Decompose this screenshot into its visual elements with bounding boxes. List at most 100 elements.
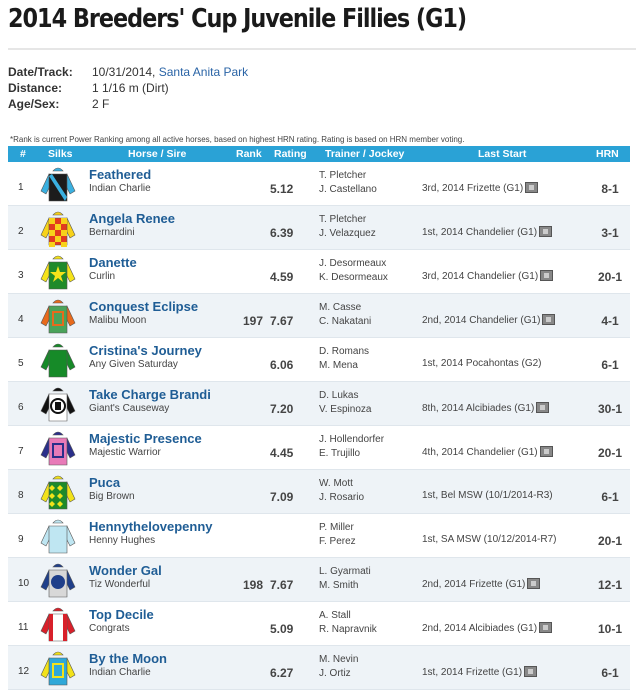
horse-cell: Danette Curlin xyxy=(89,255,239,282)
video-replay-icon[interactable] xyxy=(540,270,554,281)
horse-name-link[interactable]: Feathered xyxy=(89,167,239,182)
trainer-name[interactable]: T. Pletcher xyxy=(319,213,409,227)
last-start-text[interactable]: 4th, 2014 Chandelier (G1) xyxy=(422,447,538,458)
video-replay-icon[interactable] xyxy=(527,578,541,589)
age-sex-value: 2 F xyxy=(92,97,110,111)
hrn-odds: 10-1 xyxy=(597,622,623,636)
trainer-jockey-cell: W. Mott J. Rosario xyxy=(319,477,409,505)
post-number: 4 xyxy=(18,314,24,325)
video-replay-icon[interactable] xyxy=(524,666,538,677)
trainer-name[interactable]: M. Casse xyxy=(319,301,409,315)
horse-name-link[interactable]: Puca xyxy=(89,475,239,490)
horse-name-link[interactable]: Danette xyxy=(89,255,239,270)
jockey-name[interactable]: E. Trujillo xyxy=(319,447,409,461)
jockey-name[interactable]: R. Napravnik xyxy=(319,623,409,637)
rating-value: 5.09 xyxy=(270,622,294,636)
horse-name-link[interactable]: Cristina's Journey xyxy=(89,343,239,358)
jockey-name[interactable]: J. Velazquez xyxy=(319,227,409,241)
last-start-text[interactable]: 2nd, 2014 Chandelier (G1) xyxy=(422,315,540,326)
post-number: 8 xyxy=(18,490,24,501)
trainer-name[interactable]: L. Gyarmati xyxy=(319,565,409,579)
jockey-name[interactable]: J. Ortiz xyxy=(319,667,409,681)
trainer-name[interactable]: J. Desormeaux xyxy=(319,257,409,271)
post-number: 2 xyxy=(18,226,24,237)
table-row: 5 Cristina's Journey Any Given Saturday 6.0… xyxy=(8,338,630,382)
horse-name-link[interactable]: By the Moon xyxy=(89,651,239,666)
header-trainer-jockey: Trainer / Jockey xyxy=(325,148,405,160)
horse-cell: Wonder Gal Tiz Wonderful xyxy=(89,563,239,590)
horse-name-link[interactable]: Take Charge Brandi xyxy=(89,387,239,402)
jockey-name[interactable]: M. Smith xyxy=(319,579,409,593)
date-track-row: Date/Track: 10/31/2014, Santa Anita Park xyxy=(8,64,248,80)
trainer-name[interactable]: P. Miller xyxy=(319,521,409,535)
jockey-name[interactable]: C. Nakatani xyxy=(319,315,409,329)
horse-cell: By the Moon Indian Charlie xyxy=(89,651,239,678)
last-start-text[interactable]: 1st, SA MSW (10/12/2014-R7) xyxy=(422,534,557,545)
title-divider xyxy=(8,48,636,50)
table-header: # Silks Horse / Sire Rank Rating Trainer… xyxy=(8,146,630,162)
horse-name-link[interactable]: Top Decile xyxy=(89,607,239,622)
trainer-jockey-cell: M. Nevin J. Ortiz xyxy=(319,653,409,681)
jockey-silks-icon xyxy=(38,429,78,467)
last-start-text[interactable]: 1st, 2014 Frizette (G1) xyxy=(422,667,522,678)
table-row: 9 Hennythelovepenny Henny Hughes P. Miller F… xyxy=(8,514,630,558)
jockey-name[interactable]: J. Rosario xyxy=(319,491,409,505)
post-number: 11 xyxy=(18,622,29,633)
last-start-text[interactable]: 2nd, 2014 Frizette (G1) xyxy=(422,579,525,590)
trainer-jockey-cell: T. Pletcher J. Velazquez xyxy=(319,213,409,241)
jockey-silks-icon xyxy=(38,517,78,555)
last-start-text[interactable]: 3rd, 2014 Chandelier (G1) xyxy=(422,271,538,282)
trainer-name[interactable]: M. Nevin xyxy=(319,653,409,667)
hrn-odds: 3-1 xyxy=(601,226,619,240)
last-start-cell: 2nd, 2014 Chandelier (G1) xyxy=(422,314,582,326)
horse-name-link[interactable]: Wonder Gal xyxy=(89,563,239,578)
trainer-name[interactable]: W. Mott xyxy=(319,477,409,491)
trainer-jockey-cell: D. Romans M. Mena xyxy=(319,345,409,373)
last-start-text[interactable]: 8th, 2014 Alcibiades (G1) xyxy=(422,403,534,414)
last-start-text[interactable]: 1st, 2014 Pocahontas (G2) xyxy=(422,358,542,369)
post-number: 10 xyxy=(18,578,30,589)
rating-value: 7.09 xyxy=(270,490,294,504)
horse-name-link[interactable]: Hennythelovepenny xyxy=(89,519,239,534)
last-start-text[interactable]: 3rd, 2014 Frizette (G1) xyxy=(422,183,523,194)
horse-name-link[interactable]: Angela Renee xyxy=(89,211,239,226)
jockey-name[interactable]: V. Espinoza xyxy=(319,403,409,417)
trainer-name[interactable]: J. Hollendorfer xyxy=(319,433,409,447)
trainer-jockey-cell: J. Desormeaux K. Desormeaux xyxy=(319,257,409,285)
video-replay-icon[interactable] xyxy=(539,446,553,457)
horse-cell: Majestic Presence Majestic Warrior xyxy=(89,431,239,458)
rating-value: 5.12 xyxy=(270,182,294,196)
last-start-cell: 1st, SA MSW (10/12/2014-R7) xyxy=(422,534,582,545)
last-start-text[interactable]: 1st, Bel MSW (10/1/2014-R3) xyxy=(422,490,553,501)
jockey-name[interactable]: M. Mena xyxy=(319,359,409,373)
trainer-name[interactable]: A. Stall xyxy=(319,609,409,623)
horse-name-link[interactable]: Conquest Eclipse xyxy=(89,299,239,314)
trainer-name[interactable]: T. Pletcher xyxy=(319,169,409,183)
jockey-name[interactable]: F. Perez xyxy=(319,535,409,549)
last-start-cell: 2nd, 2014 Alcibiades (G1) xyxy=(422,622,582,634)
hrn-odds: 30-1 xyxy=(597,402,623,416)
hrn-odds: 12-1 xyxy=(597,578,623,592)
horse-name-link[interactable]: Majestic Presence xyxy=(89,431,239,446)
sire-name: Tiz Wonderful xyxy=(89,579,151,590)
last-start-text[interactable]: 2nd, 2014 Alcibiades (G1) xyxy=(422,623,537,634)
track-link[interactable]: Santa Anita Park xyxy=(159,64,248,80)
video-replay-icon[interactable] xyxy=(539,226,553,237)
jockey-name[interactable]: J. Castellano xyxy=(319,183,409,197)
last-start-text[interactable]: 1st, 2014 Chandelier (G1) xyxy=(422,227,537,238)
horse-cell: Puca Big Brown xyxy=(89,475,239,502)
horse-cell: Conquest Eclipse Malibu Moon xyxy=(89,299,239,326)
jockey-name[interactable]: K. Desormeaux xyxy=(319,271,409,285)
rating-value: 4.59 xyxy=(270,270,294,284)
table-row: 8 Puca Big Brown 7.09 W. Mott J. Rosario 1st, … xyxy=(8,470,630,514)
trainer-name[interactable]: D. Romans xyxy=(319,345,409,359)
trainer-jockey-cell: M. Casse C. Nakatani xyxy=(319,301,409,329)
hrn-odds: 20-1 xyxy=(597,446,623,460)
jockey-silks-icon xyxy=(38,561,78,599)
horse-cell: Feathered Indian Charlie xyxy=(89,167,239,194)
trainer-name[interactable]: D. Lukas xyxy=(319,389,409,403)
video-replay-icon[interactable] xyxy=(539,622,553,633)
video-replay-icon[interactable] xyxy=(525,182,539,193)
video-replay-icon[interactable] xyxy=(536,402,550,413)
video-replay-icon[interactable] xyxy=(542,314,556,325)
